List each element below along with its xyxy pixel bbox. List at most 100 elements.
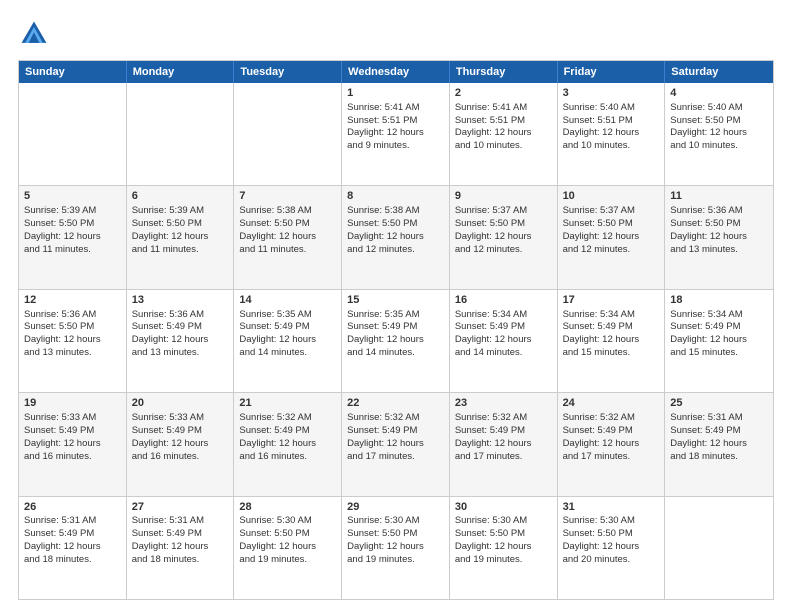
day-info-line: Sunset: 5:50 PM	[670, 218, 768, 231]
day-info-line: and 12 minutes.	[347, 244, 444, 257]
day-info-line: Sunrise: 5:33 AM	[132, 412, 229, 425]
day-info-line: and 14 minutes.	[455, 347, 552, 360]
day-number: 27	[132, 500, 229, 515]
calendar: SundayMondayTuesdayWednesdayThursdayFrid…	[18, 60, 774, 600]
weekday-header-friday: Friday	[558, 61, 666, 83]
calendar-row-1: 5Sunrise: 5:39 AM Sunset: 5:50 PM Daylight…	[19, 185, 773, 288]
day-number: 10	[563, 189, 660, 204]
day-info-line: Sunrise: 5:32 AM	[239, 412, 336, 425]
day-info-line: Daylight: 12 hours	[347, 334, 444, 347]
day-info-line: Sunrise: 5:35 AM	[239, 309, 336, 322]
day-info-line: Sunrise: 5:41 AM	[455, 102, 552, 115]
day-number: 20	[132, 396, 229, 411]
day-number: 5	[24, 189, 121, 204]
day-number: 17	[563, 293, 660, 308]
day-number: 19	[24, 396, 121, 411]
day-info-line: Daylight: 12 hours	[670, 127, 768, 140]
day-info-line: Sunrise: 5:37 AM	[455, 205, 552, 218]
day-number: 21	[239, 396, 336, 411]
weekday-header-tuesday: Tuesday	[234, 61, 342, 83]
day-number: 24	[563, 396, 660, 411]
day-info-line: Sunset: 5:50 PM	[239, 528, 336, 541]
day-info-line: Sunset: 5:50 PM	[24, 321, 121, 334]
day-info-line: Sunset: 5:49 PM	[670, 425, 768, 438]
day-info-line: Sunrise: 5:34 AM	[563, 309, 660, 322]
day-info-line: and 10 minutes.	[670, 140, 768, 153]
day-number: 22	[347, 396, 444, 411]
day-cell-26: 26Sunrise: 5:31 AMSunset: 5:49 PMDayligh…	[19, 497, 127, 599]
day-info-line: and 13 minutes.	[24, 347, 121, 360]
day-info-line: Sunset: 5:49 PM	[132, 528, 229, 541]
day-info-line: Daylight: 12 hours	[455, 541, 552, 554]
day-info-line: Sunrise: 5:30 AM	[455, 515, 552, 528]
logo	[18, 18, 54, 50]
day-info-line: and 15 minutes.	[563, 347, 660, 360]
day-cell-31: 31Sunrise: 5:30 AMSunset: 5:50 PMDayligh…	[558, 497, 666, 599]
day-cell-5: 5Sunrise: 5:39 AMSunset: 5:50 PMDaylight…	[19, 186, 127, 288]
day-info-line: Sunrise: 5:38 AM	[239, 205, 336, 218]
day-info-line: Sunrise: 5:30 AM	[563, 515, 660, 528]
day-number: 11	[670, 189, 768, 204]
calendar-row-0: 1Sunrise: 5:41 AMSunset: 5:51 PMDaylight…	[19, 83, 773, 185]
day-info-line: and 20 minutes.	[563, 554, 660, 567]
day-cell-1: 1Sunrise: 5:41 AMSunset: 5:51 PMDaylight…	[342, 83, 450, 185]
day-info-line: Daylight: 12 hours	[347, 231, 444, 244]
day-cell-12: 12Sunrise: 5:36 AMSunset: 5:50 PMDayligh…	[19, 290, 127, 392]
day-info-line: Sunrise: 5:30 AM	[347, 515, 444, 528]
day-info-line: Sunrise: 5:34 AM	[455, 309, 552, 322]
day-info-line: Daylight: 12 hours	[563, 334, 660, 347]
day-info-line: Daylight: 12 hours	[239, 438, 336, 451]
day-info-line: Daylight: 12 hours	[563, 541, 660, 554]
day-cell-21: 21Sunrise: 5:32 AMSunset: 5:49 PMDayligh…	[234, 393, 342, 495]
day-info-line: Sunset: 5:49 PM	[24, 528, 121, 541]
day-info-line: Sunset: 5:50 PM	[239, 218, 336, 231]
day-cell-9: 9Sunrise: 5:37 AMSunset: 5:50 PMDaylight…	[450, 186, 558, 288]
day-info-line: and 10 minutes.	[455, 140, 552, 153]
day-cell-29: 29Sunrise: 5:30 AMSunset: 5:50 PMDayligh…	[342, 497, 450, 599]
day-info-line: Sunrise: 5:35 AM	[347, 309, 444, 322]
day-number: 3	[563, 86, 660, 101]
day-cell-15: 15Sunrise: 5:35 AMSunset: 5:49 PMDayligh…	[342, 290, 450, 392]
day-info-line: Sunrise: 5:39 AM	[24, 205, 121, 218]
day-info-line: Daylight: 12 hours	[24, 231, 121, 244]
day-info-line: Daylight: 12 hours	[132, 438, 229, 451]
day-info-line: Sunset: 5:49 PM	[563, 321, 660, 334]
empty-cell-4-6	[665, 497, 773, 599]
day-info-line: and 19 minutes.	[239, 554, 336, 567]
day-number: 2	[455, 86, 552, 101]
day-number: 8	[347, 189, 444, 204]
day-info-line: and 17 minutes.	[455, 451, 552, 464]
calendar-row-2: 12Sunrise: 5:36 AMSunset: 5:50 PMDayligh…	[19, 289, 773, 392]
day-cell-23: 23Sunrise: 5:32 AMSunset: 5:49 PMDayligh…	[450, 393, 558, 495]
day-info-line: Daylight: 12 hours	[239, 334, 336, 347]
day-number: 6	[132, 189, 229, 204]
day-number: 9	[455, 189, 552, 204]
day-info-line: and 15 minutes.	[670, 347, 768, 360]
day-cell-10: 10Sunrise: 5:37 AMSunset: 5:50 PMDayligh…	[558, 186, 666, 288]
day-info-line: Sunset: 5:49 PM	[455, 425, 552, 438]
day-number: 4	[670, 86, 768, 101]
day-info-line: Daylight: 12 hours	[455, 231, 552, 244]
day-info-line: Sunset: 5:49 PM	[563, 425, 660, 438]
day-info-line: Sunrise: 5:31 AM	[670, 412, 768, 425]
day-cell-28: 28Sunrise: 5:30 AMSunset: 5:50 PMDayligh…	[234, 497, 342, 599]
header	[18, 18, 774, 50]
day-info-line: Sunset: 5:50 PM	[670, 115, 768, 128]
day-info-line: Daylight: 12 hours	[132, 334, 229, 347]
day-info-line: Sunset: 5:49 PM	[670, 321, 768, 334]
day-info-line: and 9 minutes.	[347, 140, 444, 153]
page: SundayMondayTuesdayWednesdayThursdayFrid…	[0, 0, 792, 612]
day-number: 14	[239, 293, 336, 308]
day-info-line: Sunrise: 5:30 AM	[239, 515, 336, 528]
day-info-line: and 17 minutes.	[563, 451, 660, 464]
day-info-line: Sunset: 5:49 PM	[132, 321, 229, 334]
day-number: 30	[455, 500, 552, 515]
day-cell-3: 3Sunrise: 5:40 AMSunset: 5:51 PMDaylight…	[558, 83, 666, 185]
day-number: 23	[455, 396, 552, 411]
empty-cell-0-1	[127, 83, 235, 185]
day-number: 31	[563, 500, 660, 515]
day-cell-13: 13Sunrise: 5:36 AMSunset: 5:49 PMDayligh…	[127, 290, 235, 392]
day-info-line: Sunrise: 5:37 AM	[563, 205, 660, 218]
calendar-row-3: 19 Sunrise: 5:33 AM Sunset: 5:49 PM Dayligh…	[19, 392, 773, 495]
day-cell-4: 4Sunrise: 5:40 AMSunset: 5:50 PMDaylight…	[665, 83, 773, 185]
